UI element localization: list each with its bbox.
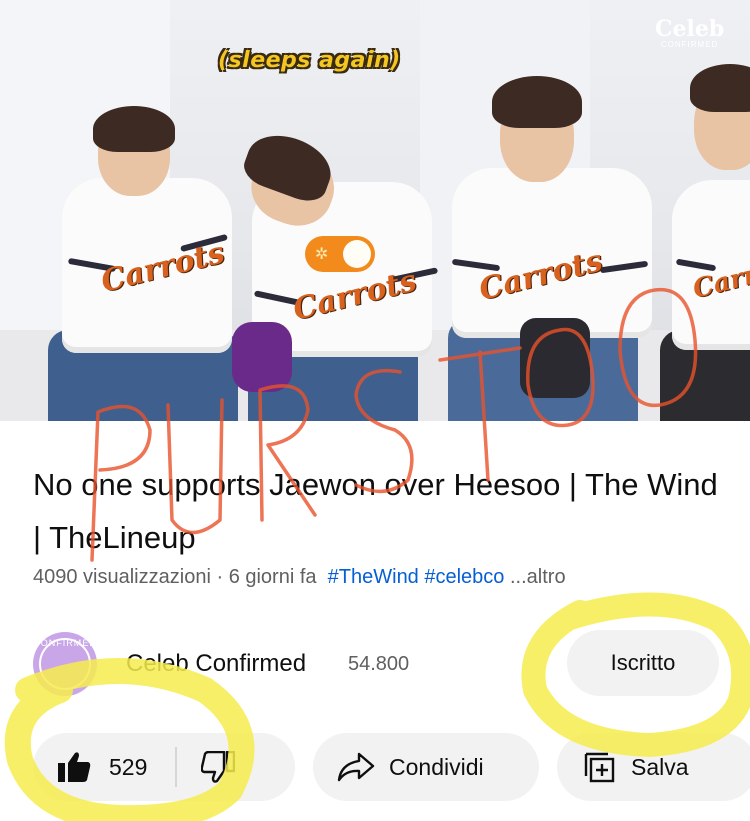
save-label: Salva <box>631 753 689 780</box>
save-playlist-icon <box>583 751 615 783</box>
video-player[interactable]: Carrots Carrots Carrots Carrots ✲ (sleep… <box>0 0 750 421</box>
toggle-sticker: ✲ <box>305 236 375 272</box>
thumbs-up-icon <box>57 751 91 783</box>
like-button[interactable]: 529 <box>33 733 147 801</box>
action-bar: 529 Condividi Salva <box>0 733 750 803</box>
upload-age: 6 giorni fa <box>228 566 317 588</box>
video-caption: (sleeps again) <box>218 48 401 73</box>
subscriber-count: 54.800 <box>348 653 410 675</box>
channel-row: CONFIRMED Celeb Confirmed 54.800 Iscritt… <box>0 628 750 700</box>
video-title[interactable]: No one supports Jaewon over Heesoo | The… <box>33 458 723 564</box>
dislike-button[interactable] <box>177 733 236 801</box>
hashtags[interactable]: #TheWind #celebco <box>328 566 505 588</box>
video-metadata[interactable]: 4090 visualizzazioni · 6 giorni fa #TheW… <box>33 566 566 589</box>
share-button[interactable]: Condividi <box>313 733 539 801</box>
save-button[interactable]: Salva <box>557 733 750 801</box>
view-count: 4090 visualizzazioni <box>33 566 211 588</box>
thumbs-down-icon <box>200 750 236 783</box>
channel-watermark-logo: Celeb CONFIRMED <box>655 16 725 49</box>
sun-icon: ✲ <box>315 246 329 263</box>
subscribed-button[interactable]: Iscritto <box>567 630 719 696</box>
share-arrow-icon <box>337 752 375 782</box>
more-link[interactable]: ...altro <box>510 566 566 588</box>
channel-avatar[interactable]: CONFIRMED <box>33 632 97 696</box>
share-label: Condividi <box>389 753 484 780</box>
like-dislike-group: 529 <box>33 733 295 801</box>
channel-name[interactable]: Celeb Confirmed <box>126 650 306 678</box>
like-count: 529 <box>109 753 148 780</box>
